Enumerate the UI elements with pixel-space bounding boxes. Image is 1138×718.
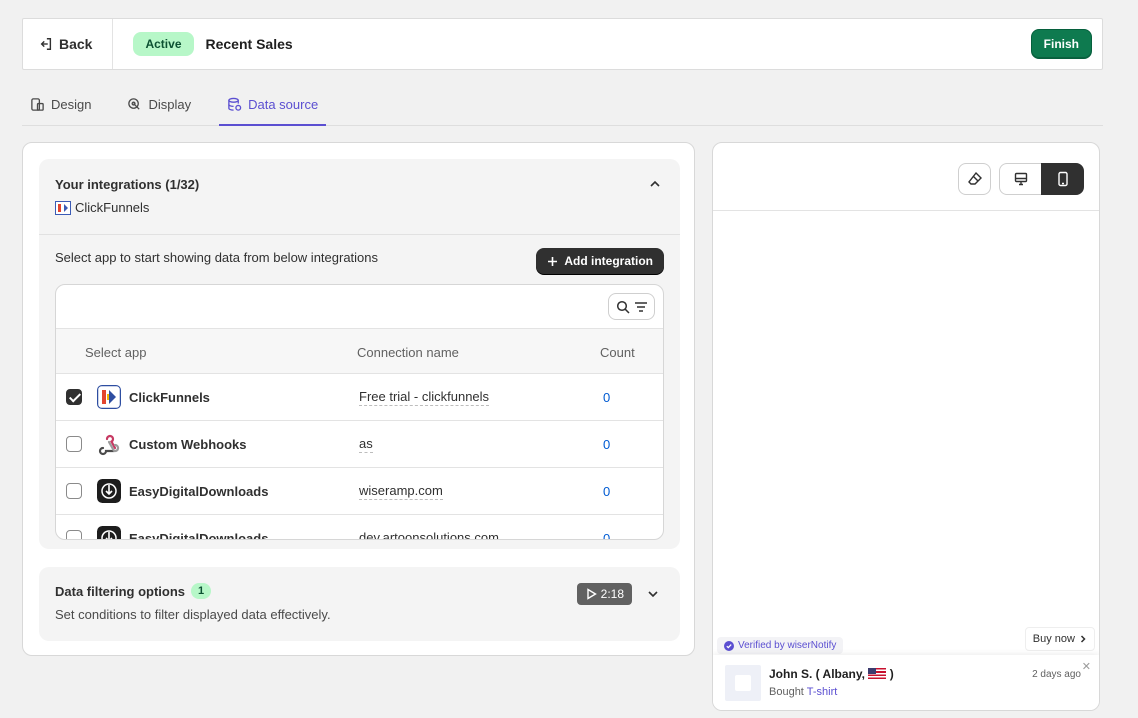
column-header: Count — [600, 345, 635, 360]
app-name: Custom Webhooks — [129, 437, 247, 452]
integrations-instruction: Select app to start showing data from be… — [55, 250, 379, 265]
video-duration: 2:18 — [600, 587, 624, 601]
customer-name: John S. ( Albany, — [769, 667, 866, 681]
connection-name[interactable]: dev.artoonsolutions.com — [359, 530, 499, 539]
notification-subtext: Bought T-shirt — [769, 686, 837, 698]
app-name: EasyDigitalDownloads — [129, 484, 269, 499]
column-header: Select app — [85, 345, 147, 360]
clickfunnels-icon — [55, 200, 71, 215]
buy-now-label: Buy now — [1032, 633, 1075, 645]
table-row[interactable]: Custom Webhooks as 0 — [56, 421, 663, 468]
verified-check-icon — [724, 640, 734, 651]
preview-toolbar — [713, 143, 1099, 211]
webhook-icon — [98, 434, 120, 456]
notification-time: 2 days ago — [1032, 669, 1081, 680]
notification-popup[interactable]: John S. ( Albany, ) Bought T-shirt 2 day… — [713, 655, 1099, 710]
verified-label: Verified by wiserNotify — [738, 640, 837, 651]
tab-bar: Design Display Data source — [22, 84, 1103, 126]
filtering-description: Set conditions to filter displayed data … — [55, 607, 331, 622]
table-row[interactable]: EasyDigitalDownloads dev.artoonsolutions… — [56, 515, 663, 540]
integrations-panel: Your integrations (1/32) ClickFunnels Se… — [39, 159, 680, 549]
customer-name-end: ) — [889, 667, 894, 681]
status-badge: Active — [133, 32, 194, 56]
filtering-title: Data filtering options 1 — [55, 583, 212, 599]
search-filter-button[interactable] — [608, 293, 655, 320]
back-button[interactable]: Back — [23, 19, 114, 69]
tab-display[interactable]: Display — [119, 84, 199, 125]
finish-button[interactable]: Finish — [1030, 29, 1092, 59]
tab-label: Design — [51, 97, 92, 112]
app-name: ClickFunnels — [129, 390, 210, 405]
desktop-view-button[interactable] — [999, 163, 1042, 195]
filter-icon — [634, 301, 647, 312]
row-checkbox[interactable] — [66, 530, 82, 539]
row-checkbox[interactable] — [66, 389, 82, 405]
page-title: Recent Sales — [205, 36, 293, 52]
back-label: Back — [59, 36, 93, 52]
count-link[interactable]: 0 — [603, 390, 610, 405]
integrations-table: Select app Connection name Count ClickFu… — [55, 284, 664, 540]
desktop-icon — [1014, 172, 1027, 186]
product-link[interactable]: T-shirt — [807, 686, 838, 698]
us-flag-icon — [868, 668, 887, 679]
table-header: Select app Connection name Count — [56, 329, 663, 374]
display-icon — [128, 98, 141, 110]
tab-design[interactable]: Design — [22, 84, 99, 125]
product-image — [725, 665, 761, 701]
clickfunnels-icon — [97, 385, 121, 409]
count-link[interactable]: 0 — [603, 531, 610, 539]
eraser-icon — [967, 171, 982, 185]
count-link[interactable]: 0 — [603, 484, 610, 499]
top-bar: Back Active Recent Sales Finish — [22, 18, 1103, 70]
table-toolbar — [56, 285, 663, 329]
close-icon[interactable]: ✕ — [1082, 660, 1091, 673]
count-link[interactable]: 0 — [603, 437, 610, 452]
connection-name[interactable]: wiseramp.com — [359, 483, 443, 500]
back-icon — [40, 38, 52, 50]
bought-prefix: Bought — [769, 686, 804, 698]
edd-icon — [97, 479, 121, 503]
edd-icon — [97, 526, 121, 539]
chevron-right-icon — [1080, 635, 1086, 643]
reset-preview-button[interactable] — [958, 163, 991, 195]
add-integration-label: Add integration — [564, 254, 653, 268]
data-filtering-panel[interactable]: Data filtering options 1 Set conditions … — [39, 567, 680, 641]
video-tutorial-button[interactable]: 2:18 — [576, 583, 632, 605]
selected-integration: ClickFunnels — [55, 200, 664, 215]
tab-data-source[interactable]: Data source — [219, 84, 327, 126]
verified-badge: Verified by wiserNotify — [717, 637, 844, 654]
design-icon — [31, 98, 44, 111]
selected-integration-label: ClickFunnels — [75, 200, 150, 215]
integrations-title: Your integrations (1/32) — [55, 177, 200, 192]
buy-now-button[interactable]: Buy now — [1024, 627, 1095, 651]
chevron-down-icon[interactable] — [646, 587, 660, 601]
preview-panel: Buy now Verified by wiserNotify John S. … — [712, 142, 1100, 711]
column-header: Connection name — [357, 345, 459, 360]
table-row[interactable]: EasyDigitalDownloads wiseramp.com 0 — [56, 468, 663, 515]
play-icon — [586, 588, 597, 600]
chevron-up-icon[interactable] — [648, 177, 662, 191]
search-icon — [616, 300, 630, 314]
add-integration-button[interactable]: Add integration — [536, 248, 664, 274]
row-checkbox[interactable] — [66, 436, 82, 452]
mobile-view-button[interactable] — [1041, 163, 1084, 195]
notification-name: John S. ( Albany, ) — [769, 667, 894, 681]
settings-card: Your integrations (1/32) ClickFunnels Se… — [22, 142, 695, 656]
tab-label: Data source — [248, 97, 319, 112]
connection-name[interactable]: as — [359, 436, 373, 453]
mobile-icon — [1057, 171, 1068, 187]
filter-count-badge: 1 — [191, 583, 212, 599]
plus-icon — [548, 256, 558, 266]
database-icon — [228, 97, 242, 111]
filtering-title-label: Data filtering options — [55, 583, 185, 599]
tab-label: Display — [148, 97, 192, 112]
row-checkbox[interactable] — [66, 483, 82, 499]
app-name: EasyDigitalDownloads — [129, 531, 269, 540]
connection-name[interactable]: Free trial - clickfunnels — [359, 389, 490, 406]
table-row[interactable]: ClickFunnels Free trial - clickfunnels 0 — [56, 374, 663, 421]
integrations-header[interactable]: Your integrations (1/32) ClickFunnels — [39, 159, 680, 235]
